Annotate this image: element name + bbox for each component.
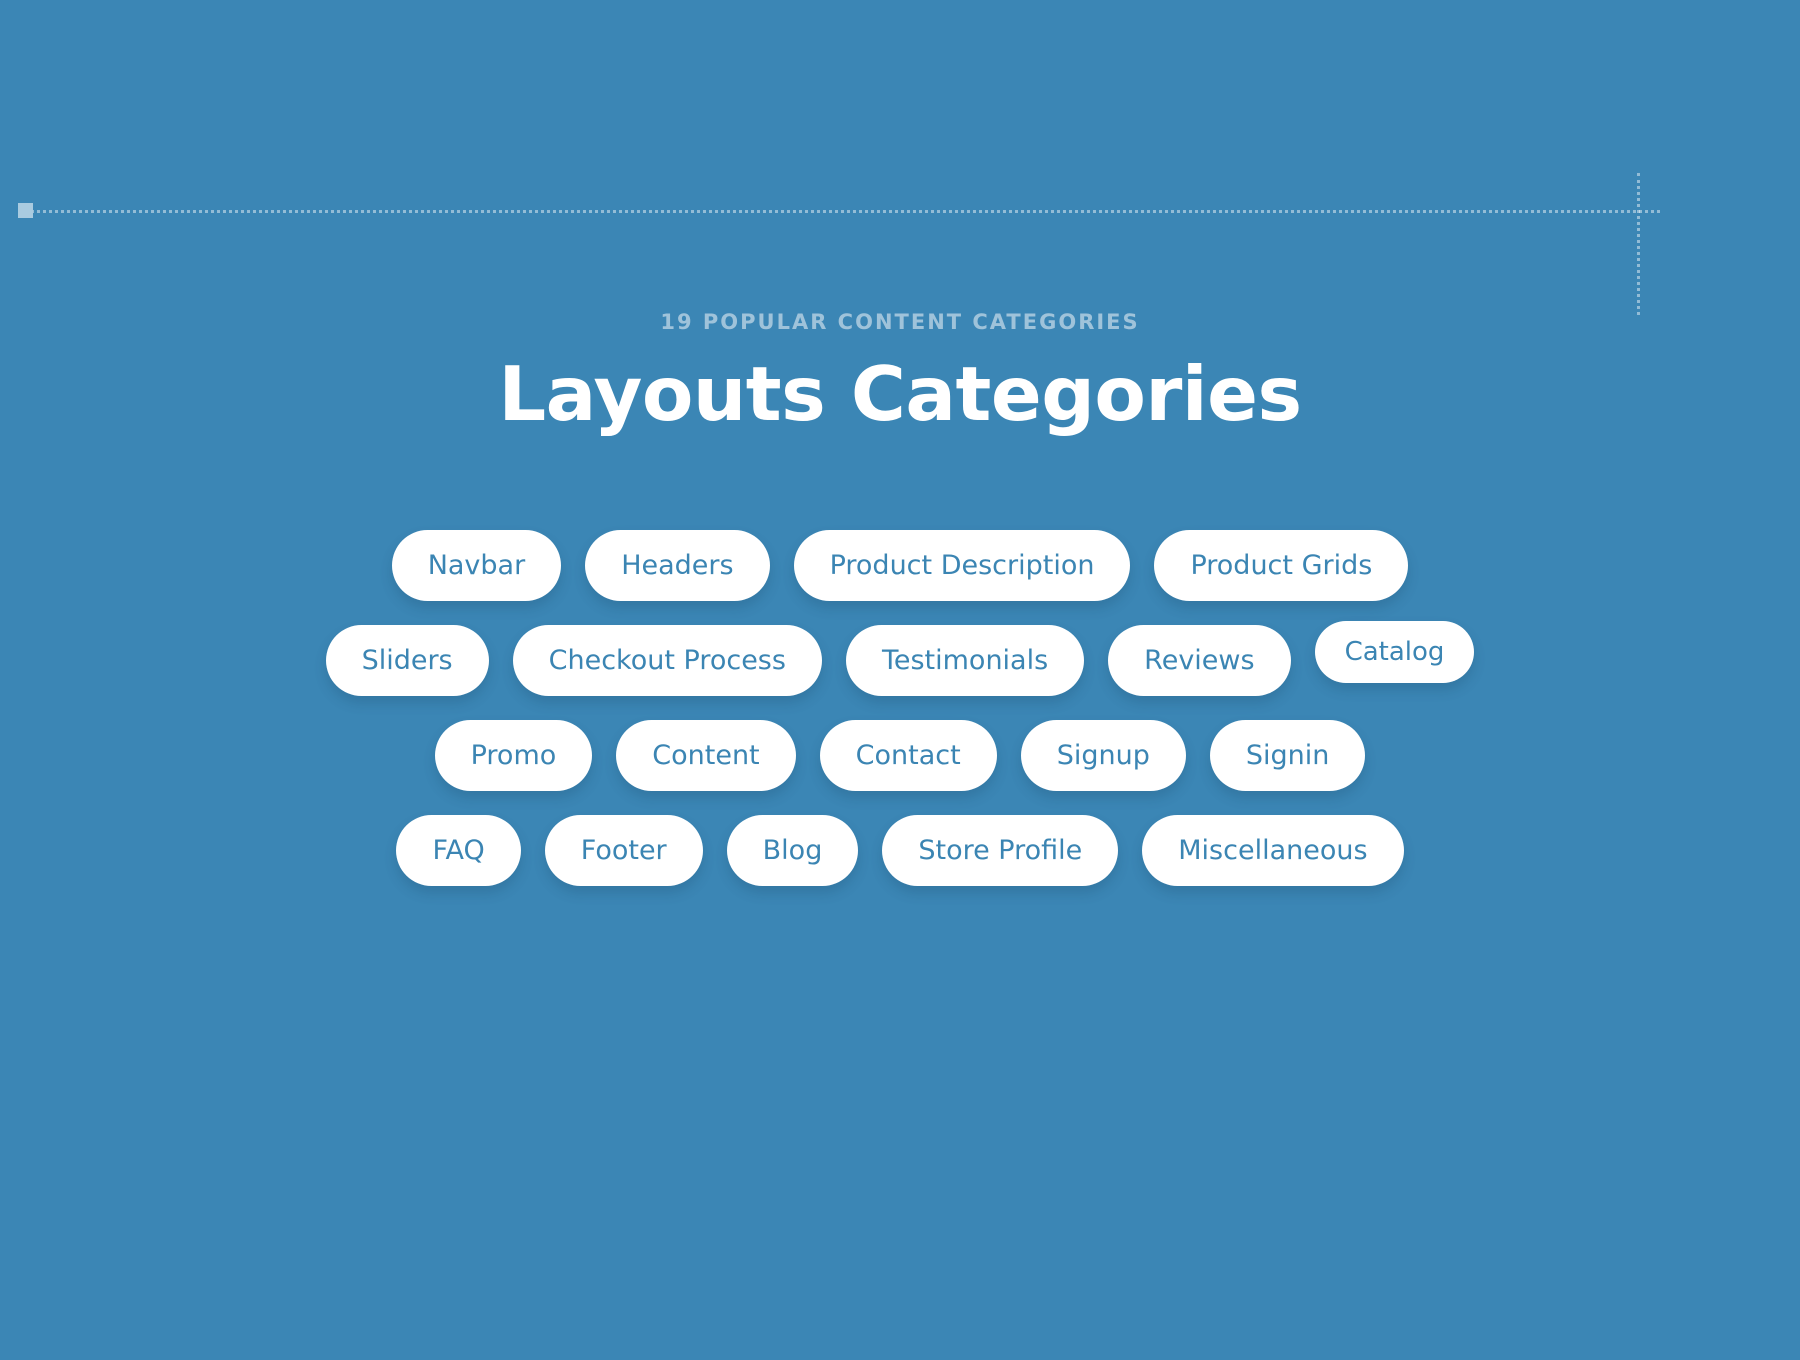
- category-pill[interactable]: Navbar: [391, 530, 562, 601]
- guide-handle-square[interactable]: [18, 203, 33, 218]
- vertical-guide-line: [1637, 173, 1640, 315]
- category-pill[interactable]: Store Profile: [882, 815, 1119, 886]
- category-pill[interactable]: Footer: [544, 815, 703, 886]
- category-pill[interactable]: Miscellaneous: [1142, 815, 1404, 886]
- category-pill[interactable]: Contact: [819, 720, 997, 791]
- category-pill[interactable]: Product Description: [793, 530, 1131, 601]
- category-pill[interactable]: Checkout Process: [512, 625, 822, 696]
- category-pill[interactable]: Testimonials: [845, 625, 1085, 696]
- category-pill-row: Navbar Headers Product Description Product …: [0, 530, 1800, 601]
- eyebrow-label: 19 POPULAR CONTENT CATEGORIES: [660, 310, 1140, 334]
- page-title: Layouts Categories: [498, 350, 1302, 439]
- category-pill[interactable]: Promo: [434, 720, 593, 791]
- category-pill[interactable]: Sliders: [325, 625, 489, 696]
- category-pill-row: Promo Content Contact Signup Signin: [0, 720, 1800, 791]
- category-pill[interactable]: Product Grids: [1154, 530, 1409, 601]
- category-pill[interactable]: Signup: [1020, 720, 1186, 791]
- category-pill-row: FAQ Footer Blog Store Profile Miscellaneous: [0, 815, 1800, 886]
- category-pill-row: Sliders Checkout Process Testimonials Revie…: [0, 621, 1800, 696]
- horizontal-guide-line: [24, 210, 1660, 213]
- category-pill[interactable]: Content: [616, 720, 796, 791]
- page-header: 19 POPULAR CONTENT CATEGORIES Layouts Ca…: [0, 310, 1800, 434]
- category-pill[interactable]: Reviews: [1108, 625, 1291, 696]
- category-pill[interactable]: Blog: [726, 815, 859, 886]
- category-pill-grid: Navbar Headers Product Description Product …: [0, 530, 1800, 910]
- category-pill[interactable]: Headers: [585, 530, 770, 601]
- category-pill[interactable]: Catalog: [1314, 621, 1475, 683]
- category-pill[interactable]: FAQ: [396, 815, 521, 886]
- category-pill[interactable]: Signin: [1209, 720, 1366, 791]
